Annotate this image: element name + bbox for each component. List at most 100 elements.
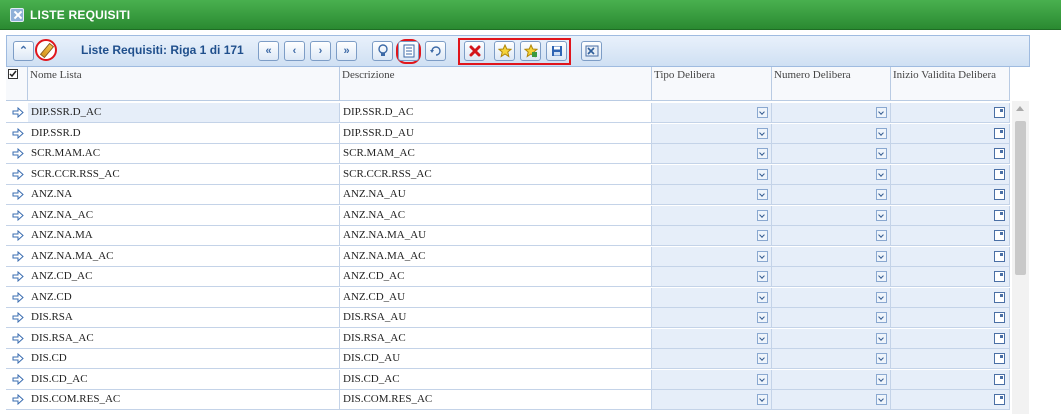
- calendar-icon[interactable]: [994, 230, 1005, 241]
- star-add-button[interactable]: [520, 41, 541, 61]
- calendar-icon[interactable]: [994, 148, 1005, 159]
- cell-nome-lista[interactable]: DIS.CD_AC: [28, 369, 340, 390]
- cell-inizio-validita[interactable]: [891, 328, 1010, 349]
- calendar-icon[interactable]: [994, 107, 1005, 118]
- row-selector[interactable]: [6, 206, 28, 226]
- dropdown-icon[interactable]: [876, 127, 887, 139]
- dropdown-icon[interactable]: [876, 148, 887, 159]
- cell-numero-delibera[interactable]: [772, 308, 891, 328]
- cell-numero-delibera[interactable]: [772, 349, 891, 369]
- cell-nome-lista[interactable]: SCR.MAM.AC: [28, 144, 340, 164]
- cell-numero-delibera[interactable]: [772, 103, 891, 123]
- cell-tipo-delibera[interactable]: [652, 328, 772, 349]
- last-page-button[interactable]: »: [336, 41, 357, 61]
- cell-nome-lista[interactable]: DIS.CD: [28, 349, 340, 369]
- cell-inizio-validita[interactable]: [891, 349, 1010, 369]
- cell-inizio-validita[interactable]: [891, 185, 1010, 205]
- dropdown-icon[interactable]: [876, 271, 887, 282]
- cell-inizio-validita[interactable]: [891, 103, 1010, 123]
- dropdown-icon[interactable]: [876, 394, 887, 405]
- cell-descrizione[interactable]: SCR.MAM_AC: [340, 144, 652, 164]
- cell-nome-lista[interactable]: DIS.RSA: [28, 308, 340, 328]
- row-selector[interactable]: [6, 185, 28, 205]
- cell-inizio-validita[interactable]: [891, 369, 1010, 390]
- cell-numero-delibera[interactable]: [772, 205, 891, 226]
- calendar-icon[interactable]: [994, 271, 1005, 282]
- cell-descrizione[interactable]: ANZ.CD_AC: [340, 267, 652, 287]
- table-row[interactable]: SCR.MAM.AC SCR.MAM_AC: [6, 144, 1010, 164]
- cell-descrizione[interactable]: ANZ.NA_AC: [340, 205, 652, 226]
- dropdown-icon[interactable]: [876, 250, 887, 262]
- star-button[interactable]: [494, 41, 515, 61]
- cell-inizio-validita[interactable]: [891, 287, 1010, 308]
- cell-tipo-delibera[interactable]: [652, 267, 772, 287]
- dropdown-icon[interactable]: [876, 353, 887, 364]
- cell-inizio-validita[interactable]: [891, 123, 1010, 144]
- row-selector[interactable]: [6, 165, 28, 185]
- cell-nome-lista[interactable]: ANZ.NA_AC: [28, 205, 340, 226]
- dropdown-icon[interactable]: [876, 312, 887, 323]
- dropdown-icon[interactable]: [757, 148, 768, 159]
- cell-numero-delibera[interactable]: [772, 328, 891, 349]
- column-header-tipo-delibera[interactable]: Tipo Delibera: [652, 67, 772, 101]
- cell-descrizione[interactable]: DIP.SSR.D_AC: [340, 103, 652, 123]
- calendar-icon[interactable]: [994, 353, 1005, 364]
- column-header-inizio-validita[interactable]: Inizio Validita Delibera: [891, 67, 1010, 101]
- scroll-thumb[interactable]: [1015, 121, 1026, 275]
- cell-inizio-validita[interactable]: [891, 226, 1010, 246]
- dropdown-icon[interactable]: [876, 209, 887, 221]
- table-row[interactable]: DIP.SSR.D_AC DIP.SSR.D_AC: [6, 103, 1010, 123]
- cell-descrizione[interactable]: DIS.CD_AC: [340, 369, 652, 390]
- row-selector[interactable]: [6, 349, 28, 369]
- cell-nome-lista[interactable]: DIS.COM.RES_AC: [28, 390, 340, 410]
- cell-nome-lista[interactable]: ANZ.CD_AC: [28, 267, 340, 287]
- table-row[interactable]: DIP.SSR.D DIP.SSR.D_AU: [6, 123, 1010, 144]
- cell-tipo-delibera[interactable]: [652, 103, 772, 123]
- cell-inizio-validita[interactable]: [891, 164, 1010, 185]
- cell-nome-lista[interactable]: DIS.RSA_AC: [28, 328, 340, 349]
- calendar-icon[interactable]: [994, 127, 1005, 139]
- row-selector[interactable]: [6, 124, 28, 144]
- row-selector[interactable]: [6, 308, 28, 328]
- dropdown-icon[interactable]: [757, 209, 768, 221]
- cell-tipo-delibera[interactable]: [652, 349, 772, 369]
- cell-descrizione[interactable]: DIS.RSA_AU: [340, 308, 652, 328]
- cell-nome-lista[interactable]: ANZ.NA: [28, 185, 340, 205]
- dropdown-icon[interactable]: [757, 189, 768, 200]
- dropdown-icon[interactable]: [757, 373, 768, 385]
- dropdown-icon[interactable]: [757, 312, 768, 323]
- calendar-icon[interactable]: [994, 209, 1005, 221]
- calendar-icon[interactable]: [994, 394, 1005, 405]
- select-all-cell[interactable]: [6, 67, 28, 101]
- cell-tipo-delibera[interactable]: [652, 246, 772, 267]
- scroll-up-icon[interactable]: [1016, 106, 1024, 111]
- row-selector[interactable]: [6, 370, 28, 390]
- cell-nome-lista[interactable]: SCR.CCR.RSS_AC: [28, 164, 340, 185]
- calendar-icon[interactable]: [994, 312, 1005, 323]
- dropdown-icon[interactable]: [757, 332, 768, 344]
- cell-descrizione[interactable]: ANZ.NA.MA_AU: [340, 226, 652, 246]
- column-header-nome-lista[interactable]: Nome Lista: [28, 67, 340, 101]
- table-row[interactable]: ANZ.CD_AC ANZ.CD_AC: [6, 267, 1010, 287]
- dropdown-icon[interactable]: [757, 127, 768, 139]
- dropdown-icon[interactable]: [757, 271, 768, 282]
- cell-inizio-validita[interactable]: [891, 267, 1010, 287]
- cell-numero-delibera[interactable]: [772, 287, 891, 308]
- cell-inizio-validita[interactable]: [891, 390, 1010, 410]
- row-selector[interactable]: [6, 144, 28, 164]
- cell-tipo-delibera[interactable]: [652, 164, 772, 185]
- cell-nome-lista[interactable]: ANZ.NA.MA: [28, 226, 340, 246]
- refresh-button[interactable]: [425, 41, 446, 61]
- cell-descrizione[interactable]: ANZ.NA_AU: [340, 185, 652, 205]
- dropdown-icon[interactable]: [757, 250, 768, 262]
- dropdown-icon[interactable]: [757, 230, 768, 241]
- dropdown-icon[interactable]: [757, 107, 768, 118]
- edit-pencil-icon[interactable]: [35, 39, 57, 61]
- table-row[interactable]: DIS.RSA DIS.RSA_AU: [6, 308, 1010, 328]
- dropdown-icon[interactable]: [876, 168, 887, 180]
- table-row[interactable]: ANZ.NA.MA_AC ANZ.NA.MA_AC: [6, 246, 1010, 267]
- cell-numero-delibera[interactable]: [772, 246, 891, 267]
- table-row[interactable]: ANZ.CD ANZ.CD_AU: [6, 287, 1010, 308]
- row-selector[interactable]: [6, 329, 28, 349]
- cell-tipo-delibera[interactable]: [652, 226, 772, 246]
